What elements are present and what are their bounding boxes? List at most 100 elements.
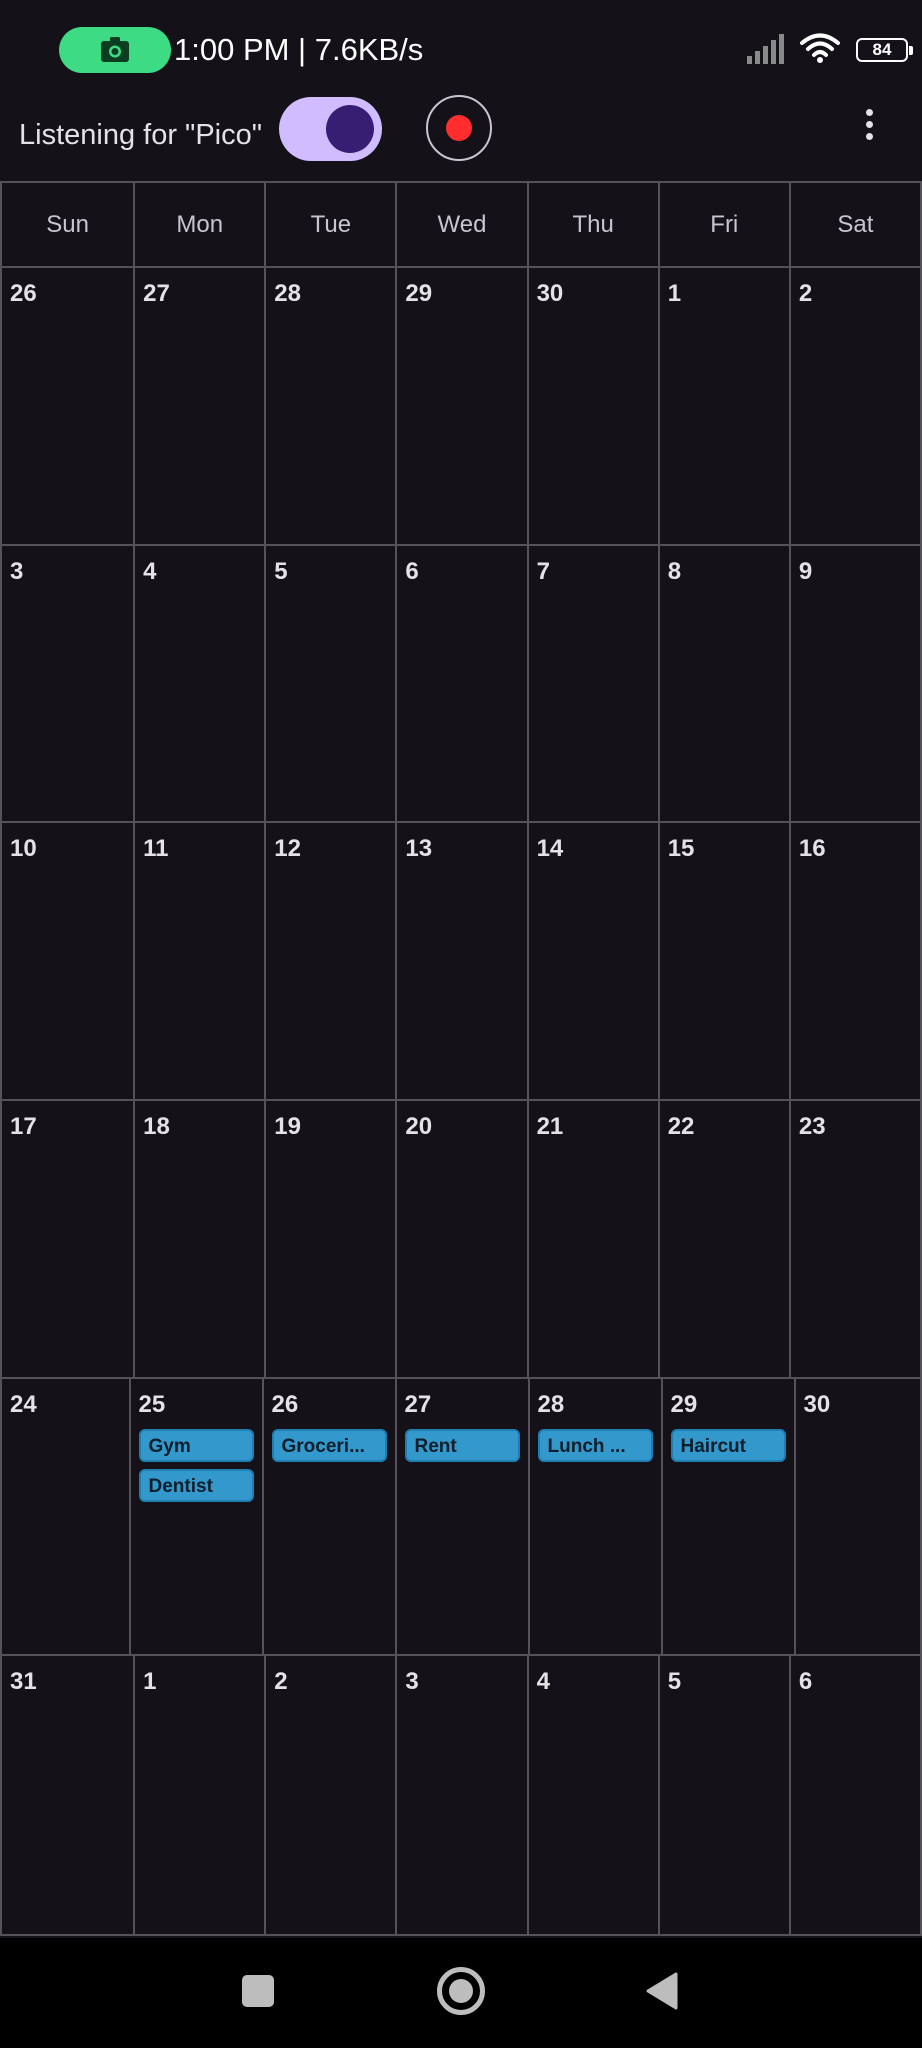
day-number: 30 [803,1390,831,1418]
day-number: 6 [405,557,419,585]
day-number: 5 [667,1668,682,1696]
day-number: 6 [798,1668,813,1696]
recents-square-icon[interactable] [242,1975,274,2007]
day-cell[interactable]: 12 [264,823,395,1099]
day-number: 2 [274,1668,288,1696]
event-chip[interactable]: Rent [404,1428,520,1462]
day-number: 2 [798,280,813,307]
day-cell[interactable]: 14 [526,823,658,1099]
day-number: 11 [143,835,169,863]
day-cell[interactable]: 5 [657,1656,789,1934]
day-number: 29 [405,280,433,307]
day-cell[interactable]: 29 [395,268,526,544]
day-cell[interactable]: 18 [133,1100,264,1377]
day-cell[interactable]: 29 Haircut [660,1378,794,1655]
day-cell[interactable]: 25 Gym Dentist [128,1378,262,1655]
day-cell[interactable]: 26 [2,268,133,544]
camera-icon [101,37,129,62]
toggle-knob [326,105,374,153]
day-number: 22 [667,1112,695,1140]
day-number: 25 [138,1390,166,1418]
back-triangle-icon[interactable] [644,1971,680,2011]
day-cell[interactable]: 8 [657,545,789,822]
day-cell[interactable]: 6 [788,1656,920,1934]
weekday-thu: Thu [526,183,658,266]
day-cell[interactable]: 4 [526,1656,658,1934]
day-cell[interactable]: 3 [395,1656,526,1934]
weekday-sat: Sat [788,183,920,266]
day-number: 9 [798,557,813,585]
event-chip[interactable]: Lunch ... [537,1428,653,1462]
day-cell[interactable]: 28 [264,268,395,544]
calendar-week-row: 10 11 12 13 14 15 16 [2,823,920,1101]
event-chip[interactable]: Haircut [670,1428,786,1462]
event-chip[interactable]: Gym [138,1428,254,1462]
day-cell[interactable]: 17 [2,1101,133,1377]
day-number: 26 [271,1390,299,1418]
day-cell[interactable]: 16 [788,823,920,1099]
day-number: 8 [667,557,682,585]
app-bar: Listening for "Pico" [0,95,922,180]
day-cell[interactable]: 23 [788,1100,920,1377]
calendar-week-row: 3 4 5 6 7 8 9 [2,545,920,824]
day-cell[interactable]: 19 [264,1100,395,1377]
day-cell[interactable]: 22 [657,1100,789,1377]
record-button[interactable] [426,95,492,161]
calendar-week-row: 17 18 19 20 21 22 23 [2,1100,920,1379]
calendar-weeks: 26 27 28 29 30 1 2 3 4 5 6 7 8 9 10 11 12 13 14 15 16 17 18 19 2… [2,268,920,1934]
status-time-speed: 1:00 PM | 7.6KB/s [174,32,424,67]
day-cell[interactable]: 11 [133,823,264,1099]
weekday-header: Sun Mon Tue Wed Thu Fri Sat [2,183,920,268]
day-number: 20 [405,1112,433,1140]
weekday-mon: Mon [133,183,264,266]
day-number: 4 [536,1668,550,1696]
day-cell[interactable]: 24 [2,1379,129,1655]
day-number: 1 [667,280,682,307]
listening-toggle[interactable] [279,97,382,161]
day-cell[interactable]: 5 [264,545,395,822]
record-icon [446,115,472,141]
home-circle-icon[interactable] [437,1967,485,2015]
day-cell[interactable]: 9 [788,545,920,822]
day-cell[interactable]: 21 [526,1100,658,1377]
wifi-icon [800,33,840,63]
day-cell[interactable]: 27 [133,268,264,544]
day-number: 24 [10,1390,37,1418]
day-cell[interactable]: 2 [264,1656,395,1934]
weekday-sun: Sun [46,210,89,238]
battery-level: 84 [872,40,892,59]
day-number: 28 [274,280,301,307]
day-cell[interactable]: 1 [657,268,789,544]
day-cell[interactable]: 20 [395,1100,526,1377]
day-cell[interactable]: 3 [2,546,133,822]
calendar-week-row: 26 27 28 29 30 1 2 [2,268,920,546]
day-number: 3 [405,1668,419,1696]
event-chip[interactable]: Dentist [138,1468,254,1502]
day-number: 23 [798,1112,826,1140]
screen-recorder-pill[interactable] [59,27,171,73]
day-cell[interactable]: 6 [395,545,526,822]
day-cell[interactable]: 30 [526,268,658,544]
day-number: 12 [274,835,301,863]
day-cell[interactable]: 10 [2,823,133,1099]
event-chip[interactable]: Groceri... [271,1428,387,1462]
status-bar: 1:00 PM | 7.6KB/s 84 [0,0,922,100]
day-cell[interactable]: 15 [657,823,789,1099]
day-cell[interactable]: 2 [788,268,920,544]
day-number: 13 [405,835,433,863]
day-cell[interactable]: 26 Groceri... [261,1378,395,1655]
day-cell[interactable]: 30 [793,1378,921,1655]
day-cell[interactable]: 7 [526,545,658,822]
day-number: 29 [670,1390,698,1418]
month-calendar: Sun Mon Tue Wed Thu Fri Sat 26 27 28 29 30 1 2… [0,181,922,1936]
day-cell[interactable]: 31 [2,1656,133,1934]
day-number: 27 [143,280,170,307]
more-options-button[interactable] [852,109,886,149]
day-cell[interactable]: 1 [133,1656,264,1934]
day-number: 30 [536,280,564,307]
day-number: 27 [404,1390,432,1418]
day-cell[interactable]: 27 Rent [394,1378,528,1655]
day-cell[interactable]: 4 [133,545,264,822]
day-cell[interactable]: 28 Lunch ... [527,1378,661,1655]
day-cell[interactable]: 13 [395,823,526,1099]
